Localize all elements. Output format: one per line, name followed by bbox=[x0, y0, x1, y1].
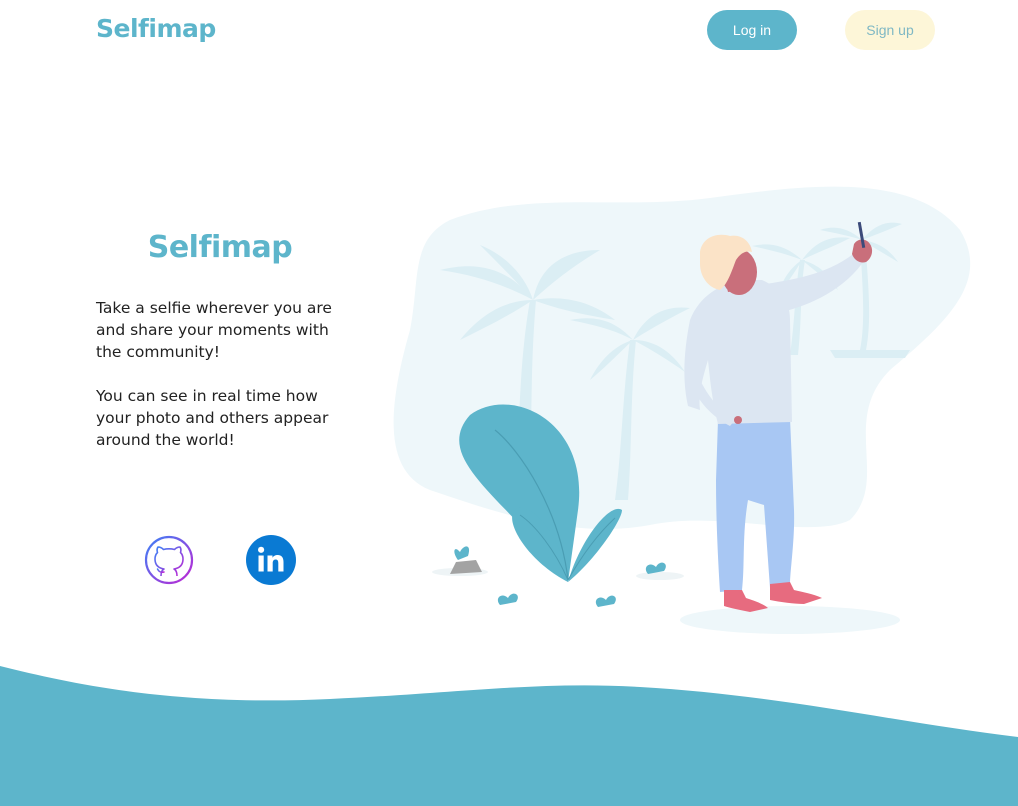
github-icon bbox=[144, 535, 194, 585]
hero-description: Take a selfie wherever you are and share… bbox=[96, 299, 332, 361]
footer-wave bbox=[0, 666, 1018, 806]
linkedin-icon bbox=[246, 535, 296, 585]
brand-logo[interactable]: Selfimap bbox=[96, 14, 216, 43]
hero-title: Selfimap bbox=[147, 230, 293, 265]
selfie-illustration bbox=[393, 186, 971, 634]
github-link[interactable] bbox=[144, 535, 194, 585]
linkedin-link[interactable] bbox=[246, 535, 296, 585]
login-button[interactable]: Log in bbox=[707, 10, 797, 50]
landing-page: Selfimap Log in Sign up Selfimap Take a … bbox=[0, 0, 1018, 806]
hero-description-secondary: You can see in real time how your photo … bbox=[96, 387, 329, 449]
signup-button[interactable]: Sign up bbox=[845, 10, 935, 50]
